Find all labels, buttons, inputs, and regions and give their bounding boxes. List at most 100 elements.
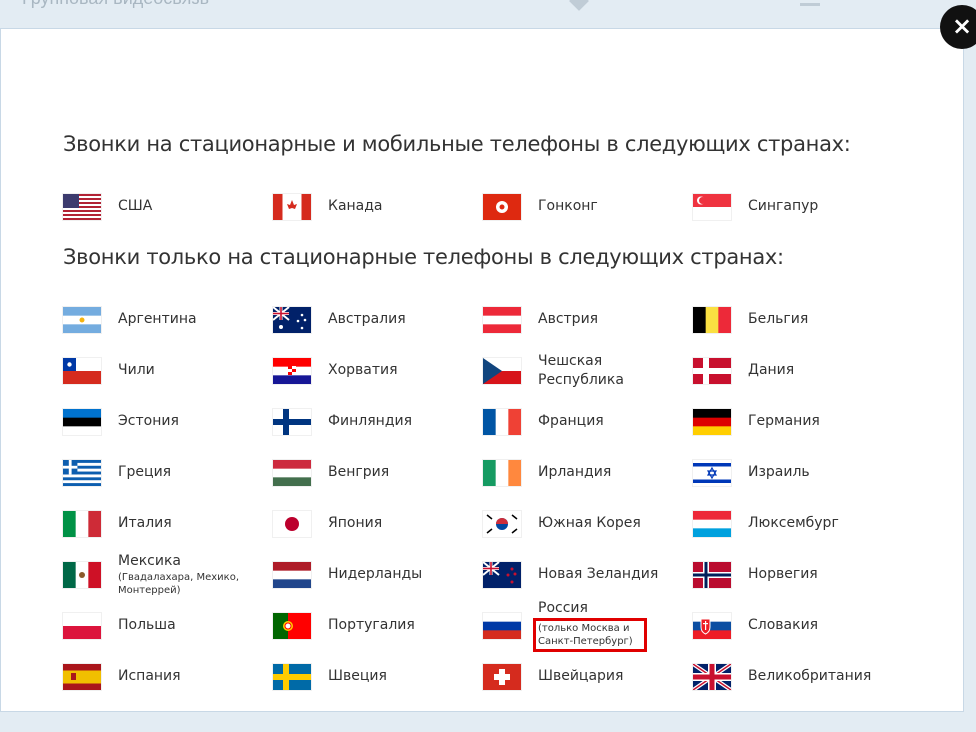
country-item: Новая Зеландия	[483, 561, 693, 588]
country-name: Бельгия	[748, 311, 809, 327]
country-item: Италия	[63, 510, 273, 537]
flag-ru-icon	[483, 612, 521, 639]
close-button[interactable]: ×	[940, 5, 976, 49]
flag-pt-icon	[273, 612, 311, 639]
country-item: Хорватия	[273, 357, 483, 384]
country-row: Чили Хорватия Чешская Республика Дания	[63, 345, 923, 396]
country-label: Нидерланды	[328, 565, 422, 584]
country-label: Бельгия	[748, 310, 808, 329]
country-item: Сингапур	[693, 193, 903, 220]
country-item: Австрия	[483, 306, 693, 333]
country-label: Польша	[118, 616, 176, 635]
country-name: Мексика	[118, 553, 181, 569]
country-label: Южная Корея	[538, 514, 641, 533]
country-label: Венгрия	[328, 463, 389, 482]
country-row: Эстония Финляндия Франция Германия	[63, 396, 923, 447]
flag-de-icon	[693, 408, 731, 435]
background-icon	[800, 0, 820, 6]
country-label: Аргентина	[118, 310, 197, 329]
flag-lu-icon	[693, 510, 731, 537]
country-name: Россия	[538, 600, 588, 616]
flag-fr-icon	[483, 408, 521, 435]
country-name: Швеция	[328, 668, 387, 684]
country-name: Португалия	[328, 617, 415, 633]
country-row: США Канада Гонконг Сингапур	[63, 181, 923, 232]
country-label: Норвегия	[748, 565, 818, 584]
country-label: Хорватия	[328, 361, 398, 380]
country-label: Испания	[118, 667, 181, 686]
country-row: Греция Венгрия Ирландия Израиль	[63, 447, 923, 498]
country-label: Люксембург	[748, 514, 839, 533]
country-row: Польша Португалия Россия (только Москва и С…	[63, 600, 923, 652]
country-name: Нидерланды	[328, 566, 423, 582]
country-item: Чешская Республика	[483, 352, 693, 390]
flag-hu-icon	[273, 459, 311, 486]
country-name: Дания	[748, 362, 795, 378]
country-row: Аргентина Австралия Австрия Бельгия	[63, 294, 923, 345]
flag-hk-icon	[483, 193, 521, 220]
country-name: Канада	[328, 198, 383, 214]
flag-nz-icon	[483, 561, 521, 588]
country-label: Финляндия	[328, 412, 412, 431]
country-label: Дания	[748, 361, 794, 380]
flag-kr-icon	[483, 510, 521, 537]
country-label: Греция	[118, 463, 171, 482]
country-name: Словакия	[748, 617, 819, 633]
country-name: Ирландия	[538, 464, 612, 480]
country-name: Норвегия	[748, 566, 818, 582]
country-item: Нидерланды	[273, 561, 483, 588]
country-label: Ирландия	[538, 463, 611, 482]
country-name: Гонконг	[538, 198, 598, 214]
country-name: Сингапур	[748, 198, 819, 214]
country-name: Испания	[118, 668, 181, 684]
heading-mobile-calls: Звонки на стационарные и мобильные телеф…	[63, 132, 851, 156]
country-row: Мексика (Гвадалахара, Мехико, Монтеррей) Н…	[63, 549, 923, 600]
country-name: США	[118, 198, 153, 214]
country-label: Япония	[328, 514, 382, 533]
country-name: Греция	[118, 464, 172, 480]
country-label: Чешская Республика	[538, 352, 628, 390]
country-item: Великобритания	[693, 663, 903, 690]
country-item: США	[63, 193, 273, 220]
country-row: Италия Япония Южная Корея Люксембург	[63, 498, 923, 549]
country-name: Венгрия	[328, 464, 390, 480]
country-label: Австралия	[328, 310, 406, 329]
country-item: Канада	[273, 193, 483, 220]
country-item: Словакия	[693, 612, 903, 639]
country-item: Чили	[63, 357, 273, 384]
flag-fi-icon	[273, 408, 311, 435]
flag-dk-icon	[693, 357, 731, 384]
country-item: Греция	[63, 459, 273, 486]
country-label: Сингапур	[748, 197, 818, 216]
country-label: Швейцария	[538, 667, 623, 686]
country-name: Новая Зеландия	[538, 566, 659, 582]
country-label: Швеция	[328, 667, 387, 686]
country-name: Люксембург	[748, 515, 839, 531]
country-label: Гонконг	[538, 197, 598, 216]
flag-cl-icon	[63, 357, 101, 384]
country-name: Хорватия	[328, 362, 398, 378]
flag-hr-icon	[273, 357, 311, 384]
flag-il-icon	[693, 459, 731, 486]
flag-mx-icon	[63, 561, 101, 588]
close-icon: ×	[951, 12, 973, 40]
country-label: Франция	[538, 412, 604, 431]
country-label: Канада	[328, 197, 383, 216]
background-icon	[569, 0, 589, 11]
country-name: Австрия	[538, 311, 599, 327]
country-name: Чешская Республика	[538, 352, 624, 388]
flag-no-icon	[693, 561, 731, 588]
country-item: Франция	[483, 408, 693, 435]
flag-ar-icon	[63, 306, 101, 333]
flag-se-icon	[273, 663, 311, 690]
country-name: Польша	[118, 617, 176, 633]
flag-ch-icon	[483, 663, 521, 690]
flag-at-icon	[483, 306, 521, 333]
flag-gr-icon	[63, 459, 101, 486]
flag-au-icon	[273, 306, 311, 333]
country-item: Германия	[693, 408, 903, 435]
country-name: Великобритания	[748, 668, 872, 684]
country-list-dialog: Звонки на стационарные и мобильные телеф…	[0, 28, 964, 712]
country-label: Португалия	[328, 616, 415, 635]
country-item: Люксембург	[693, 510, 903, 537]
